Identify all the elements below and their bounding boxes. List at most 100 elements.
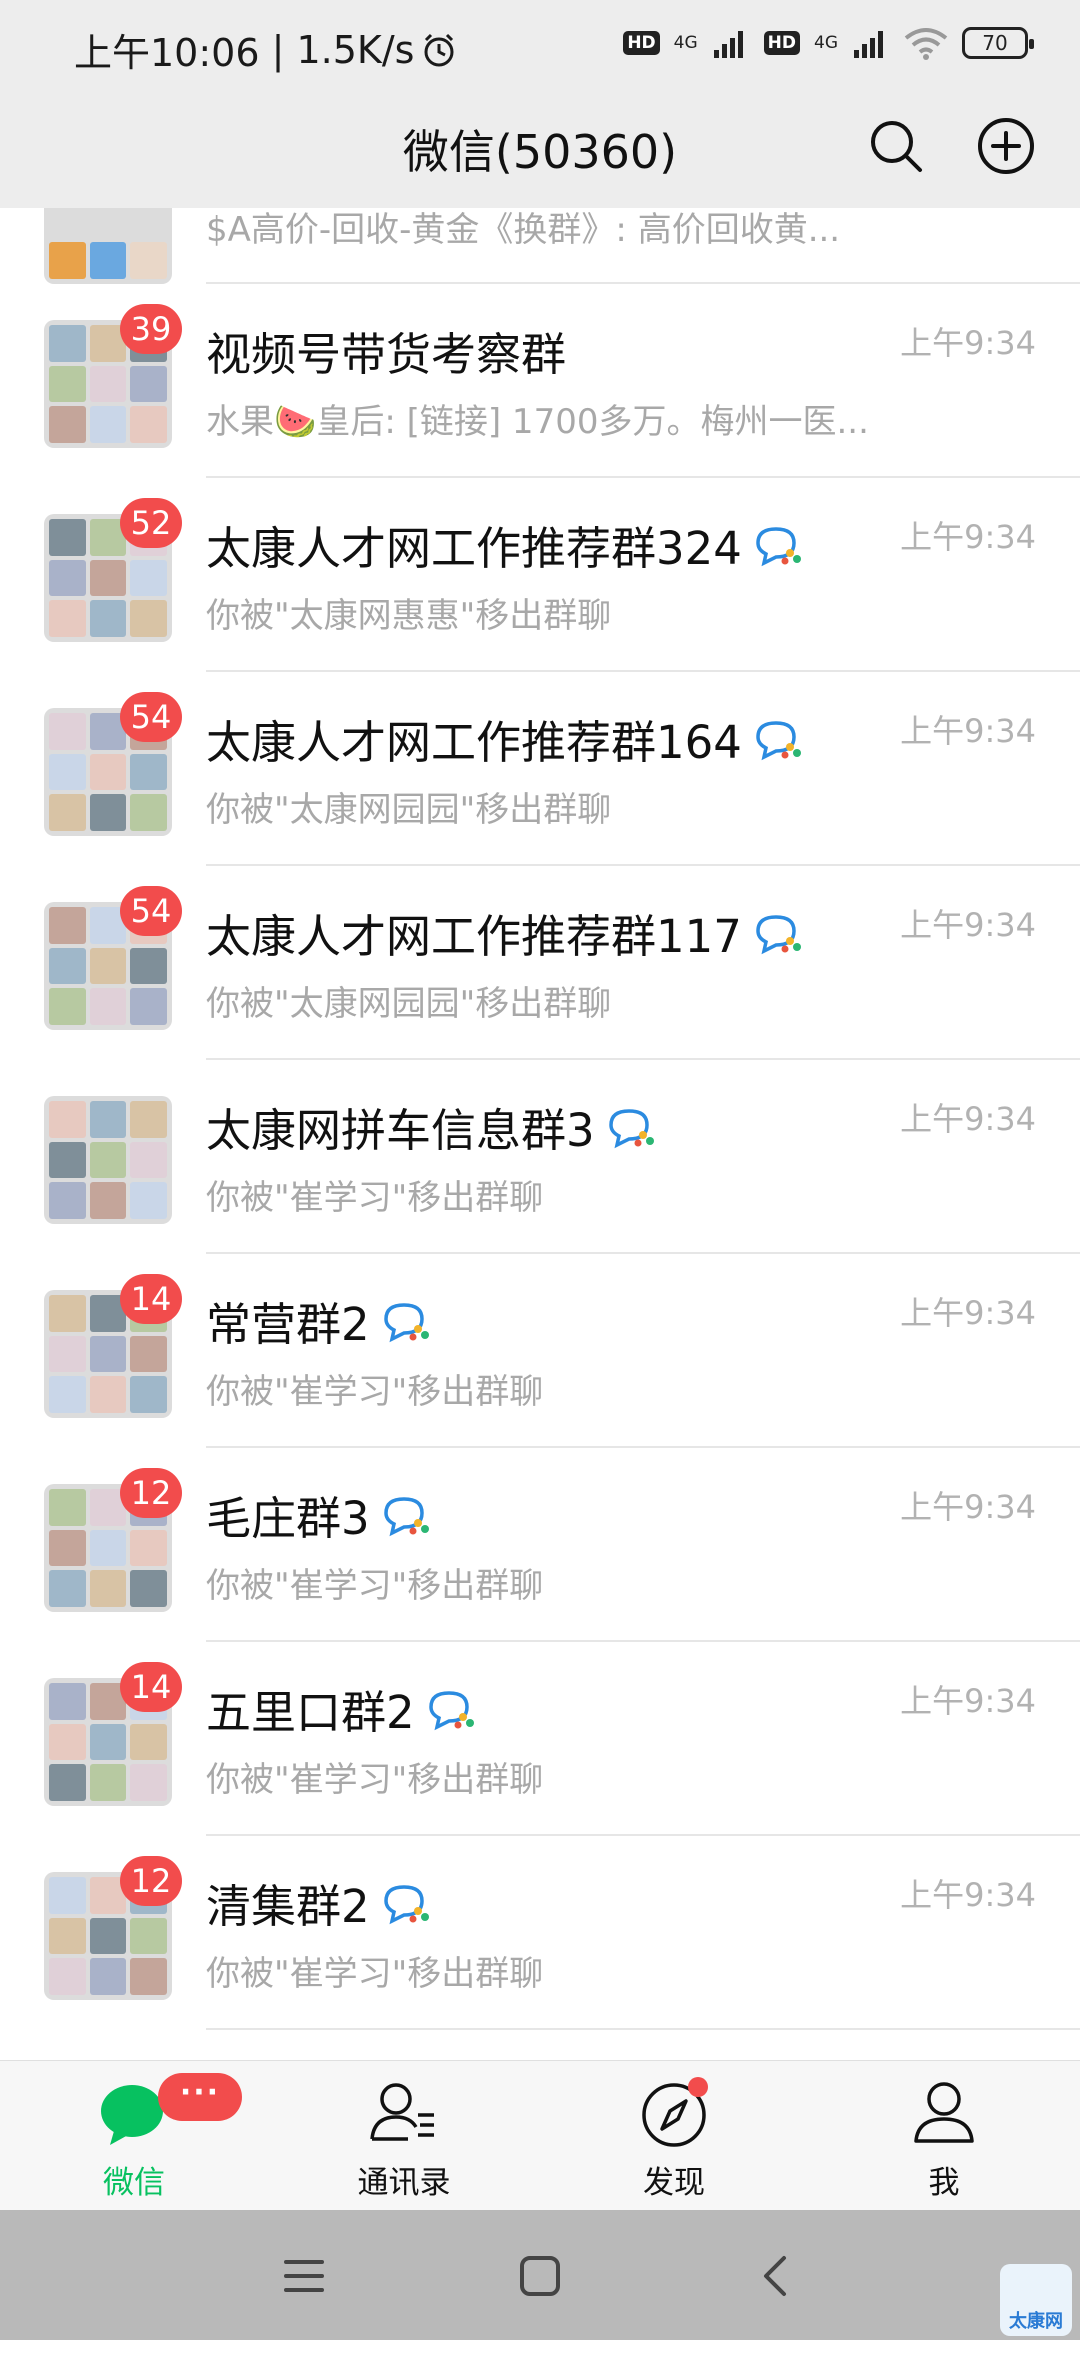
unread-badge: 12: [120, 1468, 182, 1518]
tab-me[interactable]: 我: [864, 2077, 1024, 2202]
enterprise-group-icon: [756, 720, 801, 760]
chat-preview: 你被"崔学习"移出群聊: [206, 1954, 544, 1994]
chat-preview: 你被"崔学习"移出群聊: [206, 1760, 544, 1800]
tab-bar: ··· 微信 通讯录 发现 我: [0, 2060, 1080, 2210]
chat-row[interactable]: 52 太康人才网工作推荐群324 上午9:34 你被"太康网惠惠"移出群聊: [0, 478, 1080, 672]
status-bar: 上午10:06 | 1.5K/s HD 4G HD 4G 70: [0, 0, 1080, 90]
hd-badge: HD: [623, 31, 660, 55]
chat-title: 常营群2: [206, 1288, 432, 1353]
watermark-logo: 太康网: [1000, 2264, 1072, 2336]
tab-chats[interactable]: ··· 微信: [54, 2073, 242, 2202]
group-avatar: [44, 208, 172, 284]
chat-preview: 你被"太康网惠惠"移出群聊: [206, 596, 612, 636]
unread-badge: 54: [120, 886, 182, 936]
hd-badge: HD: [763, 31, 800, 55]
chat-title-text: 太康网拼车信息群3: [206, 1104, 595, 1157]
chat-time: 上午9:34: [900, 1876, 1036, 1914]
group-avatar: [44, 1096, 172, 1224]
tab-label: 我: [928, 2165, 960, 2201]
chat-time: 上午9:34: [900, 518, 1036, 556]
chat-time: 上午9:34: [900, 1488, 1036, 1526]
unread-badge: ···: [158, 2073, 242, 2121]
tab-discover[interactable]: 发现: [594, 2077, 754, 2202]
chat-row[interactable]: 12 毛庄群3 上午9:34 你被"崔学习"移出群聊: [0, 1448, 1080, 1642]
tab-label: 通讯录: [357, 2165, 451, 2201]
chat-row[interactable]: 12 清集群2 上午9:34 你被"崔学习"移出群聊: [0, 1836, 1080, 2030]
network-speed: 1.5K/s: [296, 27, 415, 72]
contacts-icon: [370, 2083, 434, 2141]
chat-title-text: 清集群2: [206, 1880, 370, 1933]
chat-list[interactable]: $A高价-回收-黄金《换群》: 高价回收黄... 39 视频号带货考察群 上午9:3…: [0, 208, 1080, 2060]
network-type: 4G: [673, 33, 698, 53]
unread-badge: 54: [120, 692, 182, 742]
back-icon[interactable]: [746, 2246, 806, 2306]
chat-preview: $A高价-回收-黄金《换群》: 高价回收黄...: [206, 210, 841, 250]
chat-preview: 水果🍉皇后: [链接] 1700多万。梅州一医...: [206, 402, 869, 442]
chat-title-text: 常营群2: [206, 1298, 370, 1351]
search-icon[interactable]: [866, 116, 926, 176]
enterprise-group-icon: [756, 914, 801, 954]
chat-title: 五里口群2: [206, 1676, 477, 1741]
unread-badge: 14: [120, 1662, 182, 1712]
chat-time: 上午9:34: [900, 1100, 1036, 1138]
enterprise-group-icon: [383, 1884, 429, 1924]
chat-preview: 你被"太康网园园"移出群聊: [206, 790, 612, 830]
wifi-icon: [904, 28, 948, 60]
status-left: 上午10:06 | 1.5K/s: [74, 22, 458, 77]
enterprise-group-icon: [756, 526, 801, 566]
system-nav-bar: 太康网: [0, 2210, 1080, 2340]
enterprise-group-icon: [383, 1302, 429, 1342]
plus-circle-icon[interactable]: [976, 116, 1036, 176]
person-icon: [914, 2082, 974, 2143]
status-right: HD 4G HD 4G 70: [623, 26, 1034, 60]
alarm-icon: [424, 33, 454, 66]
unread-badge: 39: [120, 304, 182, 354]
chat-time: 上午9:34: [900, 1294, 1036, 1332]
tab-contacts[interactable]: 通讯录: [324, 2077, 484, 2202]
enterprise-group-icon: [608, 1108, 654, 1148]
chat-row[interactable]: 14 常营群2 上午9:34 你被"崔学习"移出群聊: [0, 1254, 1080, 1448]
chat-preview: 你被"崔学习"移出群聊: [206, 1566, 544, 1606]
chat-title-text: 毛庄群3: [206, 1492, 370, 1545]
chat-time: 上午9:34: [900, 324, 1036, 362]
chat-title-text: 太康人才网工作推荐群324: [206, 522, 742, 575]
signal-icon: [713, 31, 743, 58]
chat-title: 太康人才网工作推荐群324: [206, 512, 804, 577]
battery-level: 70: [982, 31, 1008, 55]
chat-title: 清集群2: [206, 1870, 432, 1935]
battery-icon: 70: [962, 27, 1034, 59]
unread-badge: 52: [120, 498, 182, 548]
tab-label: 微信: [103, 2165, 165, 2201]
home-icon[interactable]: [510, 2246, 570, 2306]
chat-row[interactable]: 太康网拼车信息群3 上午9:34 你被"崔学习"移出群聊: [0, 1060, 1080, 1254]
chat-title: 太康人才网工作推荐群117: [206, 900, 804, 965]
chat-preview: 你被"崔学习"移出群聊: [206, 1372, 544, 1412]
signal-icon: [854, 31, 883, 58]
chat-title-text: 视频号带货考察群: [206, 328, 567, 381]
menu-icon[interactable]: [274, 2246, 334, 2306]
header: 微信(50360): [0, 90, 1080, 208]
network-type: 4G: [814, 33, 838, 53]
chat-time: 上午9:34: [900, 1682, 1036, 1720]
chat-title-text: 太康人才网工作推荐群117: [206, 910, 742, 963]
clock-time: 上午10:06: [74, 31, 260, 75]
chat-row[interactable]: 54 太康人才网工作推荐群117 上午9:34 你被"太康网园园"移出群聊: [0, 866, 1080, 1060]
chat-title-text: 五里口群2: [206, 1686, 415, 1739]
unread-badge: 14: [120, 1274, 182, 1324]
unread-badge: 12: [120, 1856, 182, 1906]
tab-label: 发现: [643, 2165, 705, 2201]
new-dot: [688, 2077, 708, 2097]
chat-title: 太康人才网工作推荐群164: [206, 706, 804, 771]
chat-time: 上午9:34: [900, 712, 1036, 750]
enterprise-group-icon: [428, 1690, 474, 1730]
enterprise-group-icon: [383, 1496, 429, 1536]
chat-time: 上午9:34: [900, 906, 1036, 944]
chat-row[interactable]: $A高价-回收-黄金《换群》: 高价回收黄...: [0, 208, 1080, 284]
chat-row[interactable]: 39 视频号带货考察群 上午9:34 水果🍉皇后: [链接] 1700多万。梅州一医.…: [0, 284, 1080, 478]
chat-preview: 你被"太康网园园"移出群聊: [206, 984, 612, 1024]
chat-title: 视频号带货考察群: [206, 318, 566, 383]
chat-row[interactable]: 14 五里口群2 上午9:34 你被"崔学习"移出群聊: [0, 1642, 1080, 1836]
chat-row[interactable]: 54 太康人才网工作推荐群164 上午9:34 你被"太康网园园"移出群聊: [0, 672, 1080, 866]
chat-title: 毛庄群3: [206, 1482, 432, 1547]
chat-preview: 你被"崔学习"移出群聊: [206, 1178, 544, 1218]
